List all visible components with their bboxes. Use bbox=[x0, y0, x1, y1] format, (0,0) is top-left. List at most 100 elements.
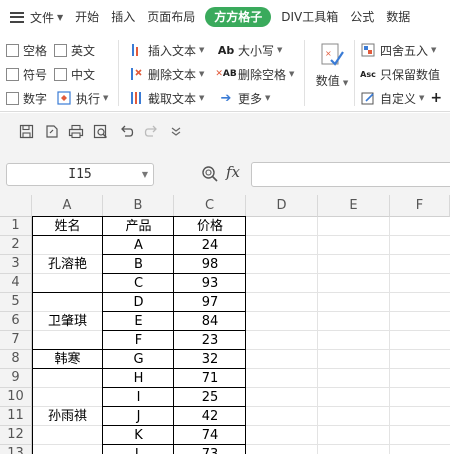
table-border bbox=[103, 254, 246, 255]
keep-values-label: 只保留数值 bbox=[380, 67, 441, 82]
product-cell[interactable]: I bbox=[103, 388, 174, 407]
custom-button[interactable]: 自定义 ▼ + bbox=[360, 89, 442, 107]
numeric-button[interactable]: × 数值 ▼ bbox=[312, 38, 352, 94]
customize-icon[interactable] bbox=[168, 123, 184, 139]
redo-icon[interactable] bbox=[143, 123, 159, 139]
row-header-13[interactable]: 13 bbox=[0, 445, 32, 454]
price-cell[interactable]: 24 bbox=[174, 236, 246, 255]
round-icon bbox=[360, 42, 376, 58]
name-cell[interactable]: 孙雨祺 bbox=[32, 369, 103, 454]
print-icon[interactable] bbox=[68, 123, 84, 139]
print-preview-icon[interactable] bbox=[93, 123, 109, 139]
checkbox-number[interactable]: 数字 bbox=[6, 89, 47, 107]
product-cell[interactable]: B bbox=[103, 255, 174, 274]
row-header-11[interactable]: 11 bbox=[0, 407, 32, 426]
row-header-3[interactable]: 3 bbox=[0, 255, 32, 274]
row-header-10[interactable]: 10 bbox=[0, 388, 32, 407]
save-icon[interactable] bbox=[18, 123, 34, 139]
product-cell[interactable]: A bbox=[103, 236, 174, 255]
checkbox-space[interactable]: 空格 bbox=[6, 41, 47, 59]
plus-icon[interactable]: + bbox=[430, 90, 442, 106]
column-header-e[interactable]: E bbox=[318, 195, 390, 217]
price-cell[interactable]: 97 bbox=[174, 293, 246, 312]
more-button[interactable]: ➔ 更多 ▼ bbox=[218, 89, 271, 107]
price-cell[interactable]: 84 bbox=[174, 312, 246, 331]
row-header-4[interactable]: 4 bbox=[0, 274, 32, 293]
delete-text-button[interactable]: 删除文本 ▼ bbox=[128, 65, 204, 83]
product-cell[interactable]: C bbox=[103, 274, 174, 293]
file-menu[interactable]: 文件 ▼ bbox=[0, 9, 69, 26]
product-cell[interactable]: D bbox=[103, 293, 174, 312]
row-header-12[interactable]: 12 bbox=[0, 426, 32, 445]
keep-values-button[interactable]: Asc 只保留数值 bbox=[360, 65, 440, 83]
price-cell[interactable]: 73 bbox=[174, 445, 246, 454]
checkbox-chinese[interactable]: 中文 bbox=[54, 65, 95, 83]
price-cell[interactable]: 74 bbox=[174, 426, 246, 445]
execute-icon bbox=[56, 90, 72, 106]
price-cell[interactable]: 93 bbox=[174, 274, 246, 293]
tab-data[interactable]: 数据 bbox=[380, 0, 416, 34]
svg-text:×: × bbox=[325, 49, 332, 58]
product-cell[interactable]: F bbox=[103, 331, 174, 350]
fx-icon[interactable]: fx bbox=[226, 163, 240, 181]
name-box[interactable]: I15 ▼ bbox=[6, 163, 154, 186]
column-header-f[interactable]: F bbox=[390, 195, 450, 217]
row-header-5[interactable]: 5 bbox=[0, 293, 32, 312]
product-cell[interactable]: J bbox=[103, 407, 174, 426]
price-cell[interactable]: 42 bbox=[174, 407, 246, 426]
row-header-7[interactable]: 7 bbox=[0, 331, 32, 350]
custom-edit-icon bbox=[360, 90, 376, 106]
name-cell[interactable]: 韩寒 bbox=[32, 350, 103, 369]
product-cell[interactable]: L bbox=[103, 445, 174, 454]
table-border bbox=[32, 216, 33, 454]
checkbox-english[interactable]: 英文 bbox=[54, 41, 95, 59]
product-cell[interactable]: G bbox=[103, 350, 174, 369]
formula-input[interactable] bbox=[251, 162, 450, 187]
price-cell[interactable]: 25 bbox=[174, 388, 246, 407]
row-header-6[interactable]: 6 bbox=[0, 312, 32, 331]
chevron-down-icon[interactable]: ▼ bbox=[142, 164, 148, 185]
row-header-2[interactable]: 2 bbox=[0, 236, 32, 255]
chevron-down-icon: ▼ bbox=[265, 94, 271, 102]
row-header-1[interactable]: 1 bbox=[0, 217, 32, 236]
checkbox-symbol[interactable]: 符号 bbox=[6, 65, 47, 83]
zoom-search-icon[interactable] bbox=[201, 165, 219, 183]
price-cell[interactable]: 71 bbox=[174, 369, 246, 388]
price-cell[interactable]: 98 bbox=[174, 255, 246, 274]
tab-home[interactable]: 开始 bbox=[69, 0, 105, 34]
case-button[interactable]: Ab 大小写 ▼ bbox=[218, 41, 283, 59]
header-cell-price[interactable]: 价格 bbox=[174, 217, 246, 236]
tab-page-layout[interactable]: 页面布局 bbox=[141, 0, 201, 34]
checkbox-label: 空格 bbox=[23, 43, 48, 58]
execute-button[interactable]: 执行 ▼ bbox=[56, 89, 108, 107]
header-cell-name[interactable]: 姓名 bbox=[32, 217, 103, 236]
tab-insert[interactable]: 插入 bbox=[105, 0, 141, 34]
export-icon[interactable] bbox=[43, 123, 59, 139]
name-cell[interactable]: 孔溶艳 bbox=[32, 236, 103, 293]
chevron-down-icon: ▼ bbox=[199, 94, 205, 102]
price-cell[interactable]: 32 bbox=[174, 350, 246, 369]
column-header-b[interactable]: B bbox=[103, 195, 174, 217]
tab-fangfang-gezi[interactable]: 方方格子 bbox=[205, 7, 272, 27]
product-cell[interactable]: K bbox=[103, 426, 174, 445]
header-cell-product[interactable]: 产品 bbox=[103, 217, 174, 236]
undo-icon[interactable] bbox=[118, 123, 134, 139]
row-header-9[interactable]: 9 bbox=[0, 369, 32, 388]
price-cell[interactable]: 23 bbox=[174, 331, 246, 350]
extract-text-button[interactable]: 截取文本 ▼ bbox=[128, 89, 204, 107]
round-button[interactable]: 四舍五入 ▼ bbox=[360, 41, 436, 59]
column-header-d[interactable]: D bbox=[246, 195, 318, 217]
spreadsheet-grid[interactable]: ABCDEF 1 2 3 4 5 6 7 8 9 10 11 12 13 姓名 产品 价格 孔溶艳 卫肇琪 韩寒孙… bbox=[0, 195, 450, 454]
select-all-corner[interactable] bbox=[0, 195, 32, 217]
tab-div-toolbox[interactable]: DIV工具箱 bbox=[275, 0, 344, 34]
column-header-a[interactable]: A bbox=[32, 195, 103, 217]
column-header-c[interactable]: C bbox=[174, 195, 246, 217]
row-header-8[interactable]: 8 bbox=[0, 350, 32, 369]
chevron-down-icon: ▼ bbox=[342, 79, 349, 87]
product-cell[interactable]: H bbox=[103, 369, 174, 388]
tab-formulas[interactable]: 公式 bbox=[344, 0, 380, 34]
insert-text-button[interactable]: 插入文本 ▼ bbox=[128, 41, 204, 59]
name-cell[interactable]: 卫肇琪 bbox=[32, 293, 103, 350]
product-cell[interactable]: E bbox=[103, 312, 174, 331]
remove-spaces-button[interactable]: ✕ AB 删除空格 ▼ bbox=[215, 65, 294, 83]
